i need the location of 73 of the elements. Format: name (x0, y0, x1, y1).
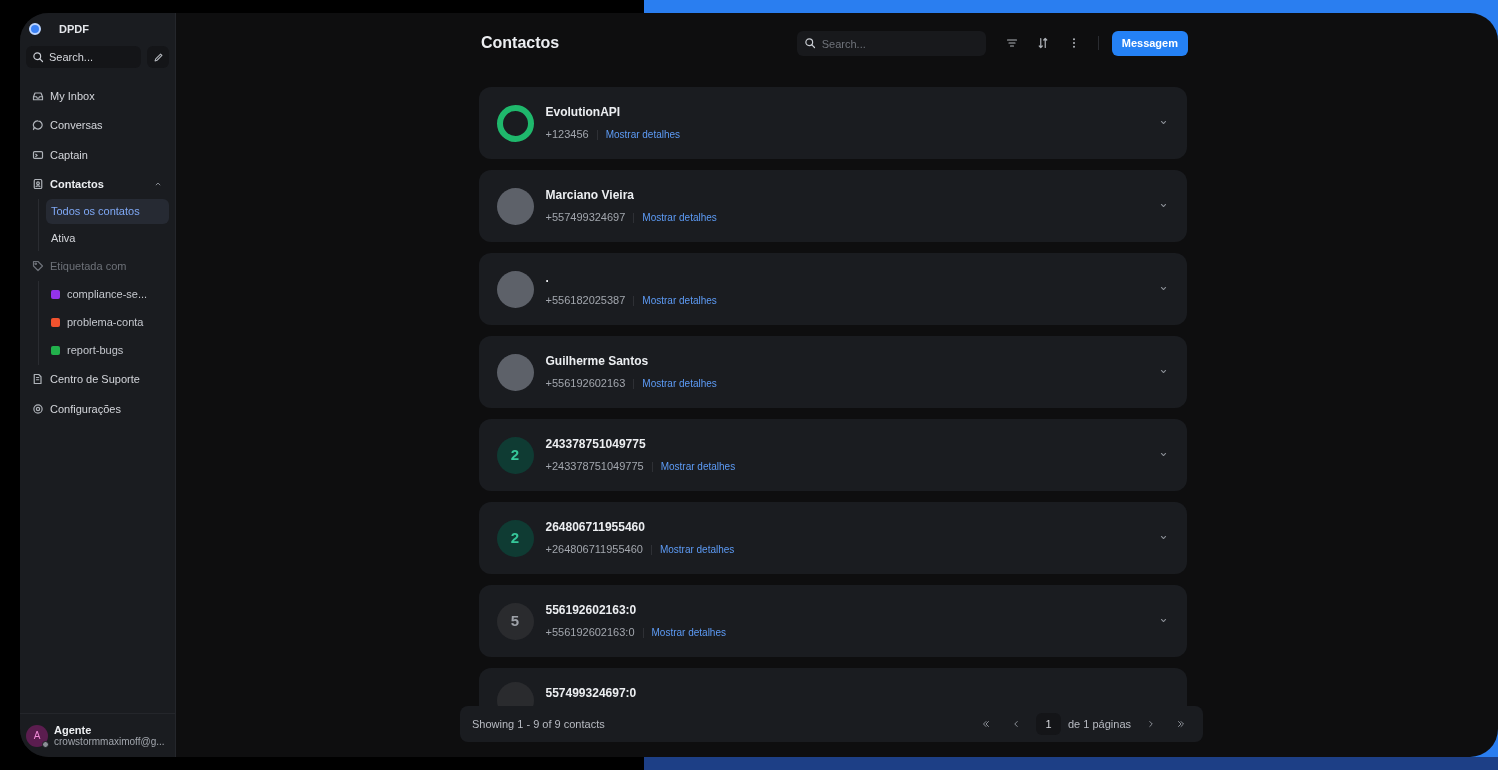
contact-phone: +557499324697 (545, 210, 626, 226)
contact-name: 557499324697:0 (545, 685, 637, 702)
photo-placeholder (496, 353, 534, 391)
sort-icon (1036, 37, 1049, 49)
search-icon (32, 51, 44, 63)
logo-ring-icon (496, 104, 534, 142)
user-name: Agente (54, 723, 93, 736)
message-button[interactable]: Messagem (1111, 30, 1188, 56)
filter-icon (1005, 37, 1018, 49)
details-link[interactable]: Mostrar detalhes (651, 625, 726, 640)
section-label: Etiquetada com (26, 251, 169, 281)
user-avatar[interactable]: A (26, 724, 48, 747)
search-field[interactable]: Search... (796, 31, 986, 56)
logo-icon (29, 23, 41, 35)
chevron-icon (1011, 719, 1021, 729)
chevron-icon (1146, 719, 1156, 729)
inbox-icon (32, 89, 44, 102)
page-count: de 1 páginas (1068, 716, 1131, 732)
contact-phone: +243378751049775 (545, 459, 644, 475)
settings-icon (32, 402, 44, 415)
contact-name: 556192602163:0 (545, 602, 638, 620)
details-link[interactable]: Mostrar detalhes (660, 459, 736, 474)
contact-name: EvolutionAPI (545, 104, 622, 122)
details-link[interactable]: Mostrar detalhes (605, 127, 681, 142)
details-link[interactable]: Mostrar detalhes (642, 210, 717, 225)
contact-name: 243378751049775 (545, 436, 647, 454)
workspace-name[interactable]: DPDF (59, 20, 89, 38)
details-link[interactable]: Mostrar detalhes (659, 542, 735, 557)
photo-placeholder (496, 270, 534, 308)
contact-avatar: 2 (496, 436, 534, 474)
label-text: report-bugs (67, 343, 124, 359)
label-item[interactable]: report-bugs (46, 336, 169, 365)
contact-name: Guilherme Santos (545, 353, 650, 371)
search-field[interactable]: Search... (26, 46, 141, 68)
tag-icon (32, 259, 44, 272)
contact-name: 264806711955460 (545, 519, 646, 537)
contact-phone: +556192602163 (545, 376, 626, 392)
pencil-icon (152, 51, 164, 63)
nav-item[interactable]: My Inbox (26, 81, 169, 111)
book-icon (32, 373, 44, 386)
details-link[interactable]: Mostrar detalhes (642, 376, 717, 391)
label-item[interactable]: problema-conta (46, 308, 169, 337)
nav-item[interactable]: Centro de Suporte (26, 364, 169, 394)
photo-placeholder (496, 187, 534, 225)
label-text: compliance-se... (67, 287, 148, 303)
contact-avatar: 2 (496, 519, 534, 557)
sub-nav-item[interactable]: Todos os contatos (46, 199, 169, 224)
contact-name: Marciano Vieira (545, 187, 635, 205)
page-number-field[interactable]: 1 (1036, 713, 1061, 735)
double-chevron-icon (1176, 719, 1186, 729)
contact-phone: +264806711955460 (545, 542, 643, 558)
double-chevron-icon (981, 719, 991, 729)
contact-phone: +123456 (545, 127, 589, 143)
nav-item[interactable]: Captain (26, 140, 169, 170)
search-icon (803, 36, 816, 49)
user-email: crowstormmaximoff@g... (54, 735, 165, 748)
contact-name: . (545, 270, 550, 288)
details-link[interactable]: Mostrar detalhes (642, 293, 717, 308)
sub-nav-item[interactable]: Ativa (46, 226, 169, 251)
contact-card-icon (32, 178, 44, 191)
page-title: Contactos (481, 33, 560, 53)
contact-phone: +556182025387 (545, 293, 626, 309)
chat-bubble-icon (32, 119, 44, 132)
label-item[interactable]: compliance-se... (46, 280, 169, 309)
nav-item[interactable]: Configurações (26, 394, 169, 424)
contact-phone: +556192602163:0 (545, 625, 635, 641)
nav-item[interactable]: Conversas (26, 110, 169, 140)
screen-icon (32, 148, 44, 161)
contact-avatar: 5 (496, 602, 534, 640)
label-text: problema-conta (67, 315, 144, 331)
pagination-summary: Showing 1 - 9 of 9 contacts (472, 716, 605, 732)
nav-item[interactable]: Contactos (26, 169, 169, 199)
compose-button[interactable] (147, 46, 169, 68)
